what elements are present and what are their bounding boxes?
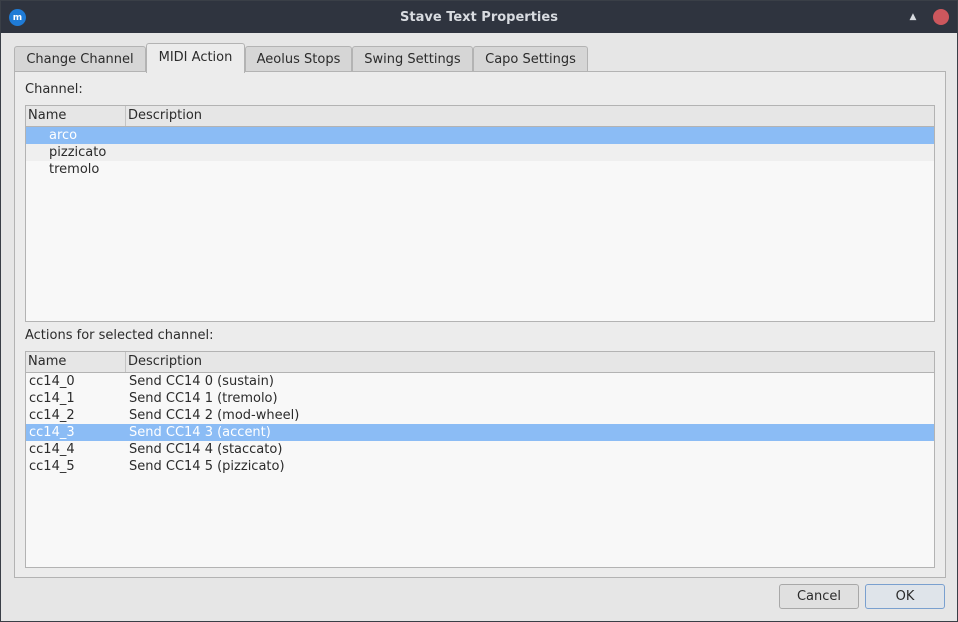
action-description: Send CC14 5 (pizzicato)	[129, 459, 285, 474]
action-description: Send CC14 0 (sustain)	[129, 374, 274, 389]
channel-list[interactable]: Name Description arco pizzicato tremolo	[25, 105, 935, 322]
actions-list-header: Name Description	[26, 352, 934, 373]
action-description: Send CC14 3 (accent)	[129, 425, 271, 440]
ok-button[interactable]: OK	[865, 584, 945, 609]
window-title: Stave Text Properties	[400, 10, 558, 25]
column-header-description[interactable]: Description	[126, 352, 934, 372]
column-header-name[interactable]: Name	[26, 106, 126, 126]
channel-label: Channel:	[25, 82, 83, 97]
action-name: cc14_3	[29, 425, 75, 440]
channel-name: pizzicato	[49, 145, 107, 160]
action-name: cc14_0	[29, 374, 75, 389]
action-row[interactable]: cc14_0 Send CC14 0 (sustain)	[26, 373, 934, 390]
channel-name: arco	[49, 128, 78, 143]
tab-capo-settings[interactable]: Capo Settings	[473, 46, 588, 72]
action-row[interactable]: cc14_2 Send CC14 2 (mod-wheel)	[26, 407, 934, 424]
maximize-icon[interactable]: ▲	[907, 11, 919, 23]
column-header-name[interactable]: Name	[26, 352, 126, 372]
tab-midi-action[interactable]: MIDI Action	[146, 43, 245, 73]
action-row[interactable]: cc14_1 Send CC14 1 (tremolo)	[26, 390, 934, 407]
action-row[interactable]: cc14_5 Send CC14 5 (pizzicato)	[26, 458, 934, 475]
channel-row-tremolo[interactable]: tremolo	[26, 161, 934, 178]
tab-change-channel[interactable]: Change Channel	[14, 46, 146, 72]
tab-aeolus-stops[interactable]: Aeolus Stops	[245, 46, 352, 72]
action-description: Send CC14 4 (staccato)	[129, 442, 283, 457]
action-description: Send CC14 1 (tremolo)	[129, 391, 278, 406]
channel-row-arco[interactable]: arco	[26, 127, 934, 144]
action-name: cc14_1	[29, 391, 75, 406]
action-description: Send CC14 2 (mod-wheel)	[129, 408, 300, 423]
column-header-description[interactable]: Description	[126, 106, 934, 126]
action-row[interactable]: cc14_3 Send CC14 3 (accent)	[26, 424, 934, 441]
title-bar[interactable]: m Stave Text Properties ▲	[1, 1, 957, 33]
channel-row-pizzicato[interactable]: pizzicato	[26, 144, 934, 161]
action-row[interactable]: cc14_4 Send CC14 4 (staccato)	[26, 441, 934, 458]
actions-list[interactable]: Name Description cc14_0 Send CC14 0 (sus…	[25, 351, 935, 568]
close-icon[interactable]	[933, 9, 949, 25]
cancel-button[interactable]: Cancel	[779, 584, 859, 609]
actions-label: Actions for selected channel:	[25, 328, 214, 343]
dialog-window: m Stave Text Properties ▲ Change Channel…	[0, 0, 958, 622]
action-name: cc14_5	[29, 459, 75, 474]
action-name: cc14_2	[29, 408, 75, 423]
tab-swing-settings[interactable]: Swing Settings	[352, 46, 473, 72]
tab-panel: Channel: Name Description arco pizzicato…	[14, 71, 946, 578]
channel-list-header: Name Description	[26, 106, 934, 127]
channel-name: tremolo	[49, 162, 100, 177]
action-name: cc14_4	[29, 442, 75, 457]
